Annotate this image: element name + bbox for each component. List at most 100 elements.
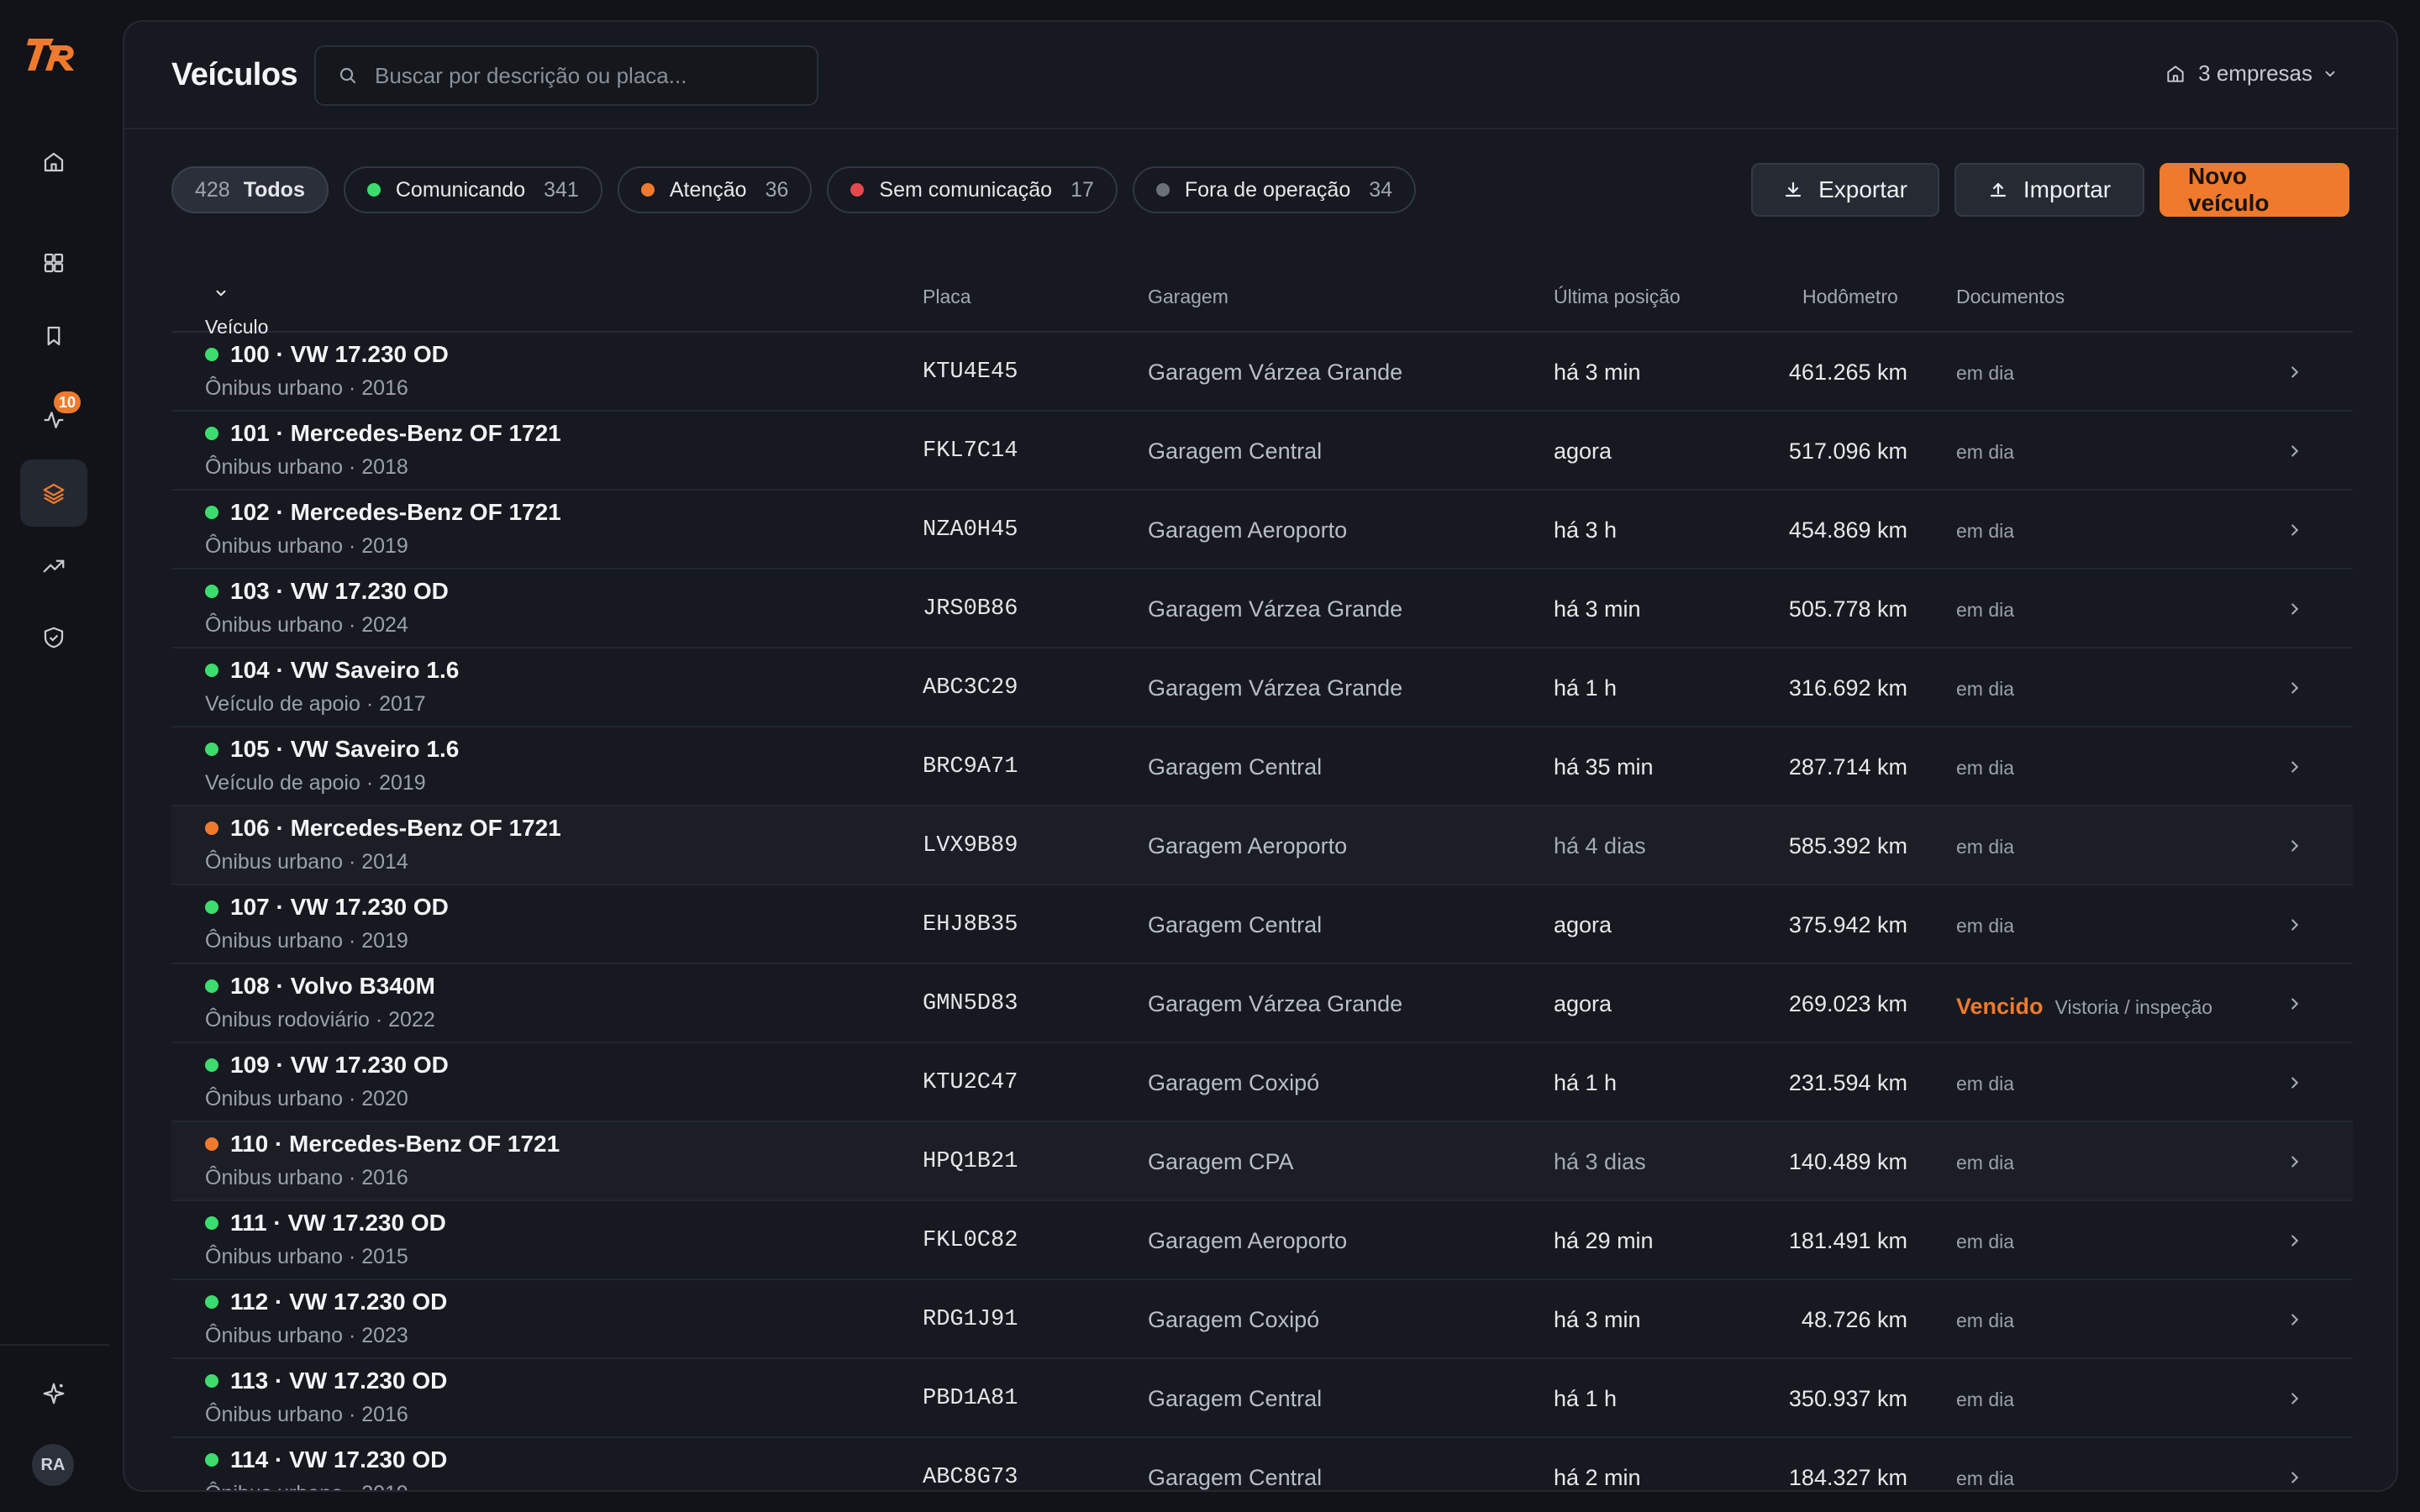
page-title: Veículos — [171, 57, 298, 92]
chevron-right-icon[interactable] — [2286, 1468, 2304, 1487]
vehicle-odometer: 375.942 km — [1788, 912, 1907, 937]
chevron-right-icon[interactable] — [2286, 995, 2304, 1013]
table-row[interactable]: 100 · VW 17.230 OD Ônibus urbano · 2016 KT… — [171, 333, 2353, 412]
vehicle-last-position: há 35 min — [1554, 754, 1654, 780]
vehicle-plate: ABC8G73 — [923, 1465, 1018, 1490]
app-logo[interactable] — [25, 34, 81, 76]
chevron-right-icon[interactable] — [2286, 521, 2304, 539]
chevron-right-icon[interactable] — [2286, 1231, 2304, 1250]
filter-out-of-operation[interactable]: Fora de operação 34 — [1132, 166, 1417, 213]
chevron-right-icon[interactable] — [2286, 1074, 2304, 1092]
table-row[interactable]: 108 · Volvo B340M Ônibus rodoviário · 202… — [171, 964, 2353, 1043]
table-row[interactable]: 104 · VW Saveiro 1.6 Veículo de apoio · 2… — [171, 648, 2353, 727]
new-vehicle-button-label: Novo veículo — [2188, 163, 2270, 216]
table-row[interactable]: 110 · Mercedes-Benz OF 1721 Ônibus urbano… — [171, 1122, 2353, 1201]
vehicle-status-dot — [205, 979, 218, 993]
vehicle-status-dot — [205, 1453, 218, 1467]
document-status: em dia — [1956, 836, 2015, 858]
column-header-last-position: Última posição — [1554, 286, 1681, 307]
sidebar-divider — [0, 1344, 109, 1346]
nav-activity[interactable]: 10 — [20, 386, 87, 454]
table-row[interactable]: 102 · Mercedes-Benz OF 1721 Ônibus urbano… — [171, 491, 2353, 570]
search-input[interactable] — [375, 62, 795, 89]
table-row[interactable]: 103 · VW 17.230 OD Ônibus urbano · 2024 JR… — [171, 570, 2353, 648]
user-avatar[interactable]: RA — [32, 1444, 74, 1486]
vehicle-odometer: 48.726 km — [1801, 1307, 1907, 1332]
vehicle-odometer: 316.692 km — [1788, 675, 1907, 701]
vehicle-title: 100 · VW 17.230 OD — [205, 341, 449, 368]
chevron-right-icon[interactable] — [2286, 916, 2304, 934]
table-row[interactable]: 106 · Mercedes-Benz OF 1721 Ônibus urbano… — [171, 806, 2353, 885]
export-button[interactable]: Exportar — [1751, 163, 1939, 217]
chevron-right-icon[interactable] — [2286, 837, 2304, 855]
table-row[interactable]: 101 · Mercedes-Benz OF 1721 Ônibus urbano… — [171, 412, 2353, 491]
chevron-right-icon[interactable] — [2286, 1310, 2304, 1329]
chevron-right-icon[interactable] — [2286, 1152, 2304, 1171]
table-row[interactable]: 107 · VW 17.230 OD Ônibus urbano · 2019 EH… — [171, 885, 2353, 964]
vehicle-garage: Garagem Central — [1148, 1386, 1323, 1411]
search-icon — [339, 67, 356, 84]
vehicle-name: 108 · Volvo B340M — [230, 973, 435, 999]
table-row[interactable]: 109 · VW 17.230 OD Ônibus urbano · 2020 KT… — [171, 1043, 2353, 1122]
filter-attention[interactable]: Atenção 36 — [617, 166, 813, 213]
vehicle-status-dot — [205, 743, 218, 756]
chevron-right-icon[interactable] — [2286, 442, 2304, 460]
bookmark-icon — [47, 326, 60, 346]
vehicle-status-dot — [205, 664, 218, 677]
chevron-right-icon[interactable] — [2286, 1389, 2304, 1408]
filter-count: 34 — [1369, 177, 1393, 202]
filter-all[interactable]: 428 Todos — [171, 166, 329, 213]
vehicle-documents: em dia — [1956, 915, 2014, 937]
sort-vehicle-header[interactable]: Veículo — [205, 286, 268, 338]
vehicle-name: 113 · VW 17.230 OD — [230, 1368, 448, 1394]
vehicle-last-position: há 29 min — [1554, 1228, 1654, 1253]
document-status: em dia — [1956, 1231, 2015, 1252]
nav-security[interactable] — [20, 604, 87, 671]
vehicle-garage: Garagem Várzea Grande — [1148, 675, 1403, 701]
nav-vehicles[interactable] — [20, 459, 87, 527]
filter-no-communication[interactable]: Sem comunicação 17 — [827, 166, 1118, 213]
company-switcher[interactable]: 3 empresas — [2165, 60, 2338, 87]
new-vehicle-button[interactable]: Novo veículo — [2160, 163, 2349, 217]
nav-dashboard[interactable] — [20, 229, 87, 297]
chevron-right-icon[interactable] — [2286, 758, 2304, 776]
nav-home[interactable] — [20, 129, 87, 196]
nav-bookmarks[interactable] — [20, 302, 87, 370]
table-row[interactable]: 111 · VW 17.230 OD Ônibus urbano · 2015 FK… — [171, 1201, 2353, 1280]
table-row[interactable]: 105 · VW Saveiro 1.6 Veículo de apoio · 2… — [171, 727, 2353, 806]
nav-ai-assistant[interactable] — [20, 1360, 87, 1427]
vehicle-title: 113 · VW 17.230 OD — [205, 1368, 447, 1394]
vehicle-odometer: 181.491 km — [1788, 1228, 1907, 1253]
vehicle-status-dot — [205, 427, 218, 440]
vehicle-title: 104 · VW Saveiro 1.6 — [205, 657, 459, 684]
chevron-right-icon[interactable] — [2286, 679, 2304, 697]
table-row[interactable]: 113 · VW 17.230 OD Ônibus urbano · 2016 PB… — [171, 1359, 2353, 1438]
vehicle-status-dot — [205, 1295, 218, 1309]
filter-communicating[interactable]: Comunicando 341 — [343, 166, 602, 213]
vehicle-documents: em dia — [1956, 599, 2014, 622]
vehicle-name: 114 · VW 17.230 OD — [230, 1446, 448, 1473]
vehicle-plate: NZA0H45 — [923, 517, 1018, 543]
search-box[interactable] — [314, 45, 818, 106]
vehicle-title: 110 · Mercedes-Benz OF 1721 — [205, 1131, 560, 1158]
vehicle-documents: em dia — [1956, 757, 2014, 780]
vehicle-subtitle: Ônibus urbano · 2016 — [205, 376, 408, 400]
status-dot-gray — [1155, 183, 1170, 197]
vehicle-plate: HPQ1B21 — [923, 1149, 1018, 1174]
vehicle-status-dot — [205, 506, 218, 519]
vehicle-subtitle: Ônibus urbano · 2023 — [205, 1324, 408, 1347]
chevron-right-icon[interactable] — [2286, 363, 2304, 381]
chevron-right-icon[interactable] — [2286, 600, 2304, 618]
vehicle-documents: em dia — [1956, 1231, 2014, 1253]
export-button-label: Exportar — [1818, 176, 1907, 202]
import-button[interactable]: Importar — [1954, 163, 2144, 217]
table-row[interactable]: 112 · VW 17.230 OD Ônibus urbano · 2023 RD… — [171, 1280, 2353, 1359]
vehicle-plate: RDG1J91 — [923, 1307, 1018, 1332]
vehicle-documents: em dia — [1956, 441, 2014, 464]
vehicle-name: 100 · VW 17.230 OD — [230, 341, 449, 367]
nav-reports[interactable] — [20, 533, 87, 600]
vehicle-garage: Garagem Aeroporto — [1148, 1228, 1348, 1253]
table-row[interactable]: 114 · VW 17.230 OD Ônibus urbano · 2019 AB… — [171, 1438, 2353, 1490]
vehicle-name: 103 · VW 17.230 OD — [230, 578, 449, 604]
vehicle-documents: em dia — [1956, 520, 2014, 543]
